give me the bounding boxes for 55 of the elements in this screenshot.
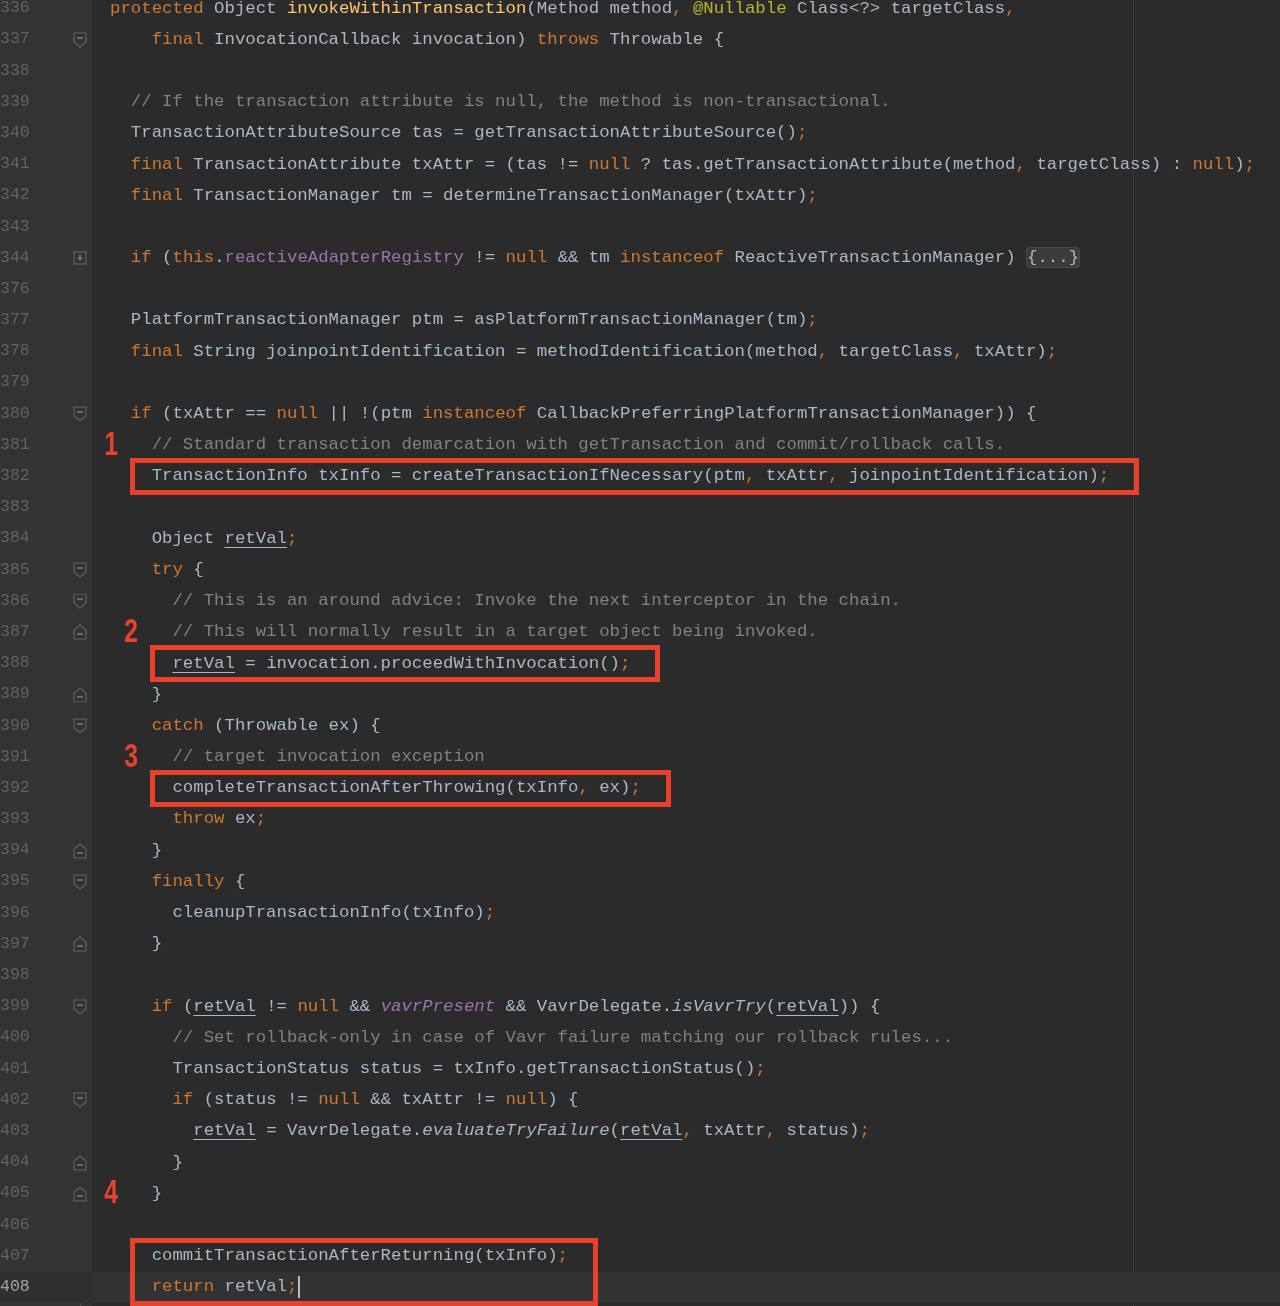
code-line: if (txAttr == null || !(ptm instanceof CallbackPreferringPlatformTransactionManager)) { [130, 403, 1037, 425]
annotation-number: 3 [124, 738, 139, 772]
code-line: commitTransactionAfterReturning(txInfo); [151, 1245, 568, 1268]
expand-icon[interactable] [73, 251, 87, 266]
fold-icon[interactable] [73, 842, 87, 859]
fold-icon[interactable] [73, 998, 87, 1015]
code-line: final TransactionAttribute txAttr = (tas != null ? tas.getTransactionAttribute(method, targetClass) : null); [130, 153, 1255, 176]
fold-icon[interactable] [73, 624, 87, 641]
code-line: final TransactionManager tm = determineTransactionManager(txAttr); [130, 184, 818, 207]
fold-icon[interactable] [73, 1092, 87, 1109]
code-line: // This is an around advice: Invoke the next interceptor in the chain. [172, 590, 901, 613]
code-line: if (status != null && txAttr != null) { [172, 1089, 579, 1112]
code-line: if (retVal != null && vavrPresent && VavrDelegate.isVavrTry(retVal)) { [151, 995, 881, 1018]
annotation-number: 1 [103, 426, 118, 460]
code-line: // Set rollback-only in case of Vavr failure matching our rollback rules... [172, 1026, 954, 1049]
fold-icon[interactable] [73, 936, 87, 953]
code-line: } [172, 1151, 183, 1174]
fold-icon[interactable] [73, 31, 87, 48]
code-line: } [151, 683, 163, 706]
fold-icon[interactable] [73, 873, 87, 890]
code-line: catch (Throwable ex) { [151, 714, 381, 737]
code-line: } [151, 839, 163, 862]
code-line: cleanupTransactionInfo(txInfo); [172, 902, 496, 924]
code-line: TransactionAttributeSource tas = getTransactionAttributeSource(); [130, 122, 808, 145]
code-line: Object retVal; [151, 527, 298, 550]
code-line: finally { [151, 870, 246, 893]
annotation-number: 2 [124, 613, 139, 647]
code-line: retVal = VavrDelegate.evaluateTryFailure(retVal, txAttr, status); [193, 1120, 870, 1143]
code-line: final InvocationCallback invocation) throws Throwable { [151, 28, 725, 51]
fold-icon[interactable] [73, 406, 87, 423]
code-line: } [151, 1182, 163, 1205]
code-line: throw ex; [172, 808, 267, 831]
fold-icon[interactable] [73, 717, 87, 734]
code-line: // If the transaction attribute is null, the method is non-transactional. [130, 91, 891, 114]
code-line: // Standard transaction demarcation with getTransaction and commit/rollback calls. [151, 434, 1006, 457]
code-line: TransactionInfo txInfo = createTransactionIfNecessary(ptm, txAttr, joinpointIdentification); [151, 465, 1110, 488]
code-line: retVal = invocation.proceedWithInvocation(); [172, 652, 631, 675]
code-line: if (this.reactiveAdapterRegistry != null && tm instanceof ReactiveTransactionManager) {...} [130, 246, 1081, 271]
code-line: } [151, 933, 163, 956]
fold-icon[interactable] [73, 593, 87, 610]
code-line: try { [151, 558, 204, 581]
line-number: 408 [0, 1275, 31, 1298]
code-line: final String joinpointIdentification = methodIdentification(method, targetClass, txAttr); [130, 340, 1058, 363]
code-line: TransactionStatus status = txInfo.getTransactionStatus(); [172, 1057, 766, 1080]
annotation-number: 4 [103, 1175, 118, 1209]
code-line: // This will normally result in a target object being invoked. [172, 621, 818, 644]
code-line: return retVal; [151, 1276, 298, 1299]
code-line: completeTransactionAfterThrowing(txInfo, ex); [172, 777, 641, 800]
code-line: PlatformTransactionManager ptm = asPlatformTransactionManager(tm); [130, 309, 818, 332]
fold-icon[interactable] [73, 686, 87, 703]
fold-icon[interactable] [73, 561, 87, 578]
fold-icon[interactable] [73, 1185, 87, 1202]
code-line: // target invocation exception [172, 746, 485, 769]
fold-icon[interactable] [73, 1154, 87, 1171]
code-line: protected Object invokeWithinTransaction(Method method, @Nullable Class<?> targetClass, [110, 0, 1016, 20]
